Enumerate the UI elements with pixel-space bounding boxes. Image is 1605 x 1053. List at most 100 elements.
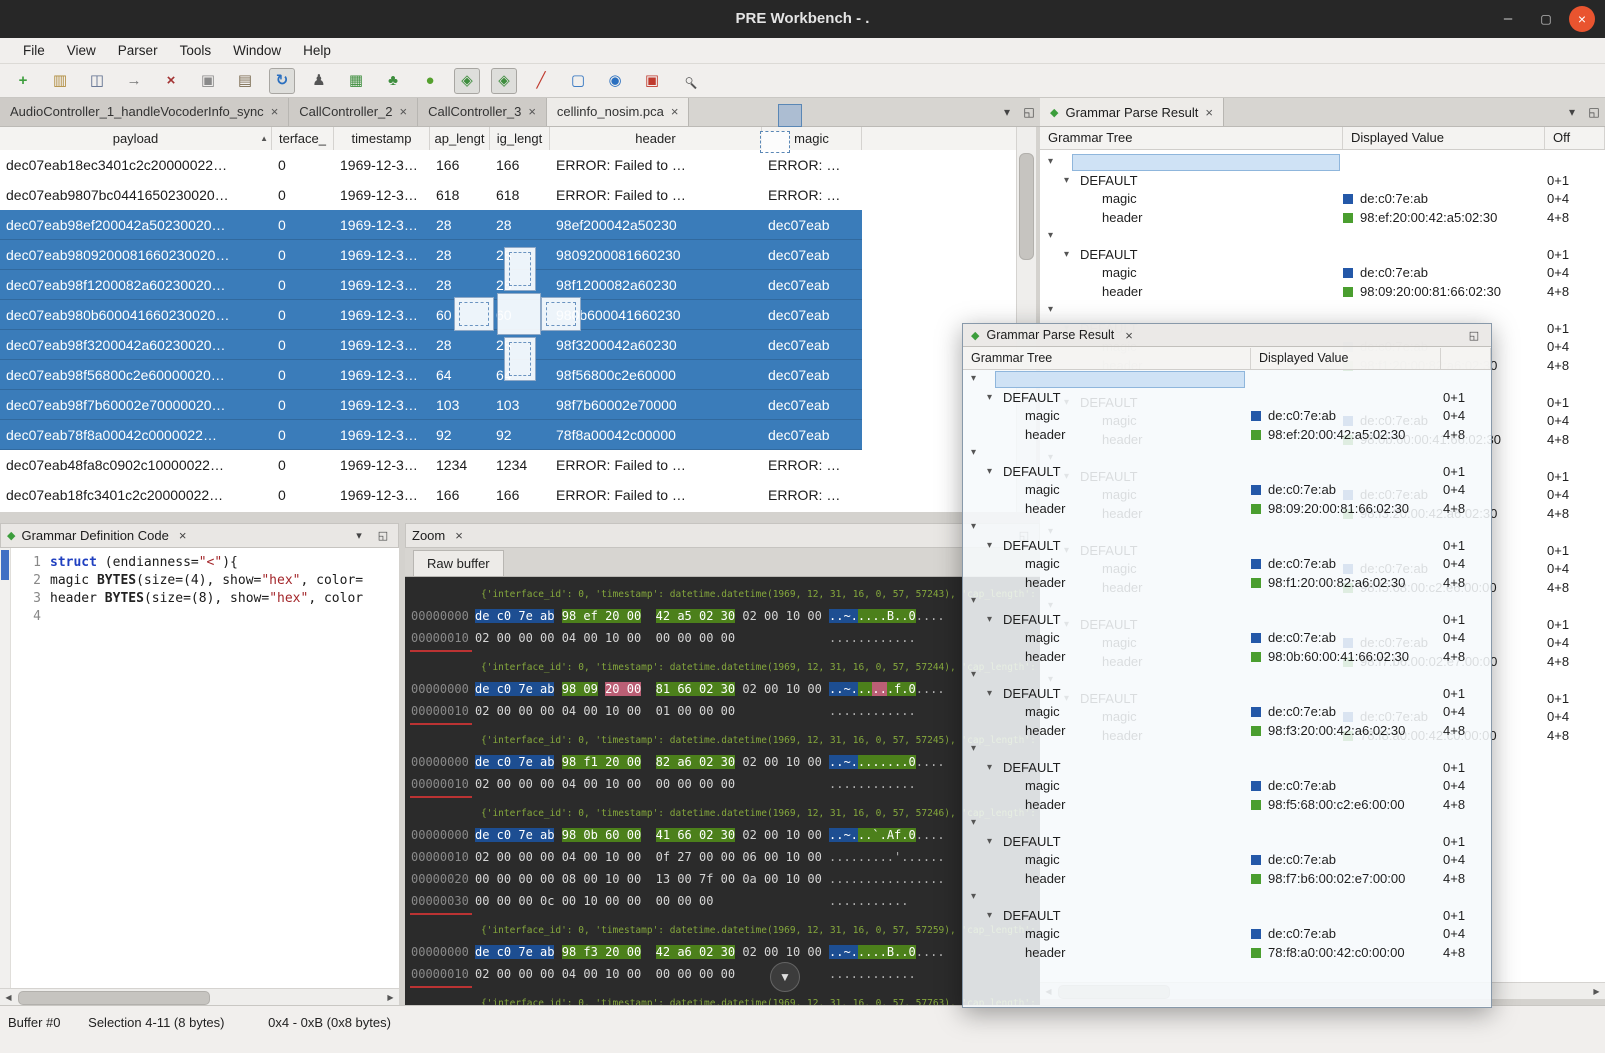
grammar-icon-1[interactable]: ◈ — [454, 68, 480, 94]
hex-row[interactable]: 0000001002 00 00 00 04 00 10 00 00 00 00… — [405, 627, 1040, 649]
tree-field-magic[interactable]: magicde:c0:7e:ab0+4 — [963, 703, 1491, 722]
hex-row[interactable]: 0000001002 00 00 00 04 00 10 00 00 00 00… — [405, 963, 1040, 985]
hex-row[interactable]: 0000001002 00 00 00 04 00 10 00 01 00 00… — [405, 700, 1040, 722]
tree-field-header[interactable]: header98:f5:68:00:c2:e6:00:004+8 — [963, 796, 1491, 815]
tree-node-default[interactable]: ▾DEFAULT0+1 — [963, 537, 1491, 556]
column-grammar-tree[interactable]: Grammar Tree — [1040, 127, 1343, 149]
menu-item-parser[interactable]: Parser — [107, 38, 169, 63]
leaf-icon[interactable]: ● — [417, 68, 443, 94]
tree-field-magic[interactable]: magicde:c0:7e:ab0+4 — [963, 851, 1491, 870]
column-header-iglengt[interactable]: ig_lengt — [490, 127, 550, 150]
table-row[interactable]: dec07eab9809200081660230020…01969-12-3…2… — [0, 240, 862, 270]
close-icon[interactable]: × — [179, 528, 187, 543]
close-icon[interactable]: × — [1125, 328, 1133, 343]
tree-field-magic[interactable]: magicde:c0:7e:ab0+4 — [1040, 264, 1605, 283]
code-overview-ruler[interactable] — [0, 548, 11, 988]
tree-field-magic[interactable]: magicde:c0:7e:ab0+4 — [963, 555, 1491, 574]
floating-grammar-parse-window[interactable]: ◆ Grammar Parse Result × ◱ Grammar Tree … — [962, 323, 1492, 1008]
hex-row[interactable]: 00000000de c0 7e ab 98 0b 60 00 41 66 02… — [405, 824, 1040, 846]
menu-item-view[interactable]: View — [56, 38, 107, 63]
tree-root-row[interactable]: ▾ — [963, 740, 1491, 759]
table-row[interactable]: dec07eab98ef200042a50230020…01969-12-3…2… — [0, 210, 862, 240]
chevron-down-icon[interactable]: ▾ — [1048, 301, 1058, 320]
tree-field-magic[interactable]: magicde:c0:7e:ab0+4 — [963, 777, 1491, 796]
column-displayed-value[interactable]: Displayed Value — [1251, 348, 1441, 369]
close-icon[interactable]: × — [528, 98, 536, 126]
table-row[interactable]: dec07eab980b600041660230020…01969-12-3…6… — [0, 300, 862, 330]
tree-field-header[interactable]: header98:09:20:00:81:66:02:304+8 — [1040, 283, 1605, 302]
tab-document-1[interactable]: CallController_2× — [289, 98, 418, 126]
scrollbar-thumb[interactable] — [1019, 153, 1034, 260]
menu-item-file[interactable]: File — [12, 38, 56, 63]
table-row[interactable]: dec07eab98f1200082a60230020…01969-12-3…2… — [0, 270, 862, 300]
chevron-down-icon[interactable]: ▾ — [1048, 227, 1058, 246]
hex-row[interactable]: 00000000de c0 7e ab 98 09 20 00 81 66 02… — [405, 678, 1040, 700]
panel-float-icon[interactable]: ◱ — [1465, 329, 1483, 342]
search-icon[interactable]: ○ — [676, 68, 702, 94]
tab-detach-button[interactable]: ◱ — [1018, 98, 1040, 126]
hex-row[interactable]: 0000003000 00 00 0c 00 10 00 00 00 00 00… — [405, 890, 1040, 912]
tab-grammar-parse-result[interactable]: ◆ Grammar Parse Result × — [1040, 98, 1224, 126]
code-line[interactable]: 2magic BYTES(size=(4), show="hex", color… — [11, 572, 399, 590]
close-icon[interactable]: × — [1205, 105, 1213, 120]
hex-row[interactable]: 00000000de c0 7e ab 98 f1 20 00 82 a6 02… — [405, 751, 1040, 773]
scroll-right-icon[interactable]: ▶ — [1590, 985, 1603, 998]
table-row[interactable]: dec07eab48fa8c0902c10000022…01969-12-3…1… — [0, 450, 862, 480]
reload-icon[interactable]: ↻ — [269, 68, 295, 94]
chevron-down-icon[interactable]: ▾ — [971, 888, 981, 907]
chevron-down-icon[interactable]: ▾ — [971, 592, 981, 611]
new-file-icon[interactable]: + — [10, 68, 36, 94]
tree-root-row[interactable]: ▾ — [1040, 153, 1605, 172]
chevron-down-icon[interactable]: ▾ — [987, 907, 997, 926]
save-icon[interactable]: ◫ — [84, 68, 110, 94]
tab-document-2[interactable]: CallController_3× — [418, 98, 547, 126]
tree-field-header[interactable]: header98:0b:60:00:41:66:02:304+8 — [963, 648, 1491, 667]
column-header-timestamp[interactable]: timestamp — [334, 127, 430, 150]
tree-field-magic[interactable]: magicde:c0:7e:ab0+4 — [963, 629, 1491, 648]
image-icon[interactable]: ▦ — [343, 68, 369, 94]
tree-root-row[interactable]: ▾ — [963, 518, 1491, 537]
chevron-down-icon[interactable]: ▾ — [987, 759, 997, 778]
chevron-down-icon[interactable]: ▾ — [987, 685, 997, 704]
panel-menu-icon[interactable]: ▾ — [1561, 98, 1583, 126]
chevron-down-icon[interactable]: ▾ — [1064, 246, 1074, 265]
table-row[interactable]: dec07eab18fc3401c2c20000022…01969-12-3…1… — [0, 480, 862, 510]
user-icon[interactable]: ♟ — [306, 68, 332, 94]
dock-guide-top-icon[interactable] — [504, 247, 536, 291]
hex-row[interactable]: 0000002000 00 00 00 08 00 10 00 13 00 7f… — [405, 868, 1040, 890]
open-file-icon[interactable]: ▥ — [47, 68, 73, 94]
code-line[interactable]: 1struct (endianness="<"){ — [11, 554, 399, 572]
tree-node-default[interactable]: ▾DEFAULT0+1 — [963, 685, 1491, 704]
table-row[interactable]: dec07eab98f56800c2e60000020…01969-12-3…6… — [0, 360, 862, 390]
hex-row[interactable]: 0000001002 00 00 00 04 00 10 00 00 00 00… — [405, 773, 1040, 795]
minimize-button[interactable]: – — [1495, 6, 1521, 32]
table-row[interactable]: dec07eab78f8a00042c0000022…01969-12-3…92… — [0, 420, 862, 450]
tree-field-header[interactable]: header98:f3:20:00:42:a6:02:304+8 — [963, 722, 1491, 741]
window-icon[interactable]: ▢ — [565, 68, 591, 94]
tree-field-header[interactable]: header98:f1:20:00:82:a6:02:304+8 — [963, 574, 1491, 593]
chevron-down-icon[interactable]: ▾ — [971, 740, 981, 759]
scrollbar-thumb[interactable] — [18, 991, 210, 1005]
panel-menu-icon[interactable]: ▾ — [350, 529, 368, 542]
hex-row[interactable]: 0000001002 00 00 00 04 00 10 00 0f 27 00… — [405, 846, 1040, 868]
dock-guide-right-icon[interactable] — [541, 297, 581, 331]
grammar-code-panel-title[interactable]: ◆ Grammar Definition Code × ▾ ◱ — [0, 523, 399, 548]
table-row[interactable]: dec07eab18ec3401c2c20000022…01969-12-3…1… — [0, 150, 862, 180]
close-button[interactable]: × — [1569, 6, 1595, 32]
menu-item-help[interactable]: Help — [292, 38, 342, 63]
tree-root-row[interactable]: ▾ — [963, 444, 1491, 463]
chevron-down-icon[interactable]: ▾ — [1048, 153, 1058, 172]
tree-root-row[interactable]: ▾ — [963, 592, 1491, 611]
chevron-down-icon[interactable]: ▾ — [971, 444, 981, 463]
scroll-right-icon[interactable]: ▶ — [384, 991, 397, 1004]
close-icon[interactable]: × — [671, 98, 679, 126]
tab-document-0[interactable]: AudioController_1_handleVocoderInfo_sync… — [0, 98, 289, 126]
tree-node-default[interactable]: ▾DEFAULT0+1 — [963, 759, 1491, 778]
monitor-icon[interactable]: ◉ — [602, 68, 628, 94]
tree-node-default[interactable]: ▾DEFAULT0+1 — [963, 907, 1491, 926]
chevron-down-icon[interactable]: ▾ — [971, 814, 981, 833]
grammar-code-editor[interactable]: 1struct (endianness="<"){2magic BYTES(si… — [11, 548, 399, 988]
tree-node-default[interactable]: ▾DEFAULT0+1 — [1040, 172, 1605, 191]
tree-field-header[interactable]: header98:09:20:00:81:66:02:304+8 — [963, 500, 1491, 519]
tree-field-header[interactable]: header98:ef:20:00:42:a5:02:304+8 — [1040, 209, 1605, 228]
